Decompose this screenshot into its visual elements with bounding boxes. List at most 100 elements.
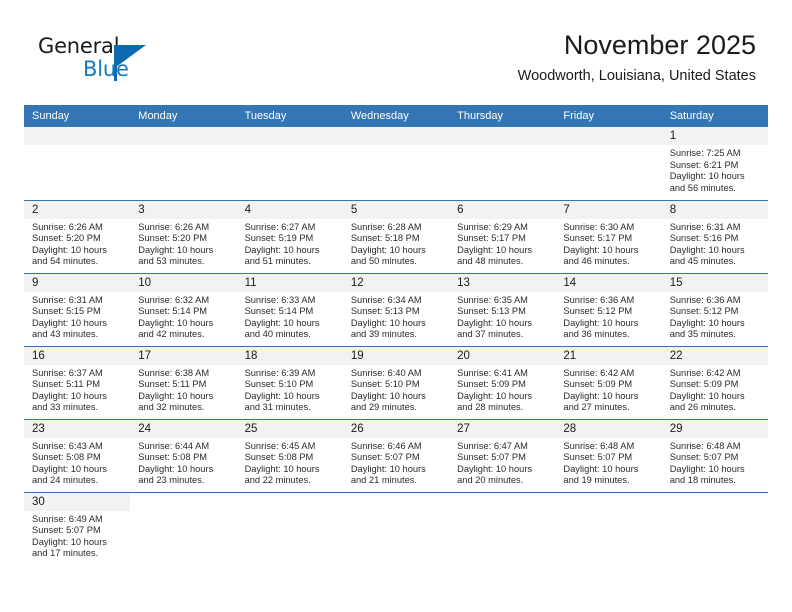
calendar-day-cell[interactable]: 24 Sunrise: 6:44 AM Sunset: 5:08 PM Dayligh… xyxy=(130,418,237,492)
daylight-text-line2: and 23 minutes. xyxy=(138,475,205,486)
calendar-day-cell[interactable]: 8 Sunrise: 6:31 AM Sunset: 5:16 PM Daylight… xyxy=(661,199,768,273)
daylight-text-line2: and 50 minutes. xyxy=(350,256,417,267)
calendar-day-cell[interactable]: 16 Sunrise: 6:37 AM Sunset: 5:11 PM Dayligh… xyxy=(24,345,131,419)
sunset-text: Sunset: 5:07 PM xyxy=(350,452,420,463)
weekday-header-sunday: Sunday xyxy=(24,105,131,127)
calendar-day-cell[interactable]: 26 Sunrise: 6:46 AM Sunset: 5:07 PM Dayligh… xyxy=(342,418,450,492)
day-cell-inner xyxy=(555,493,661,566)
calendar-empty-cell xyxy=(555,491,662,566)
calendar-day-cell[interactable]: 1 Sunrise: 7:25 AM Sunset: 6:21 PM Daylight… xyxy=(661,127,768,200)
sunrise-text: Sunrise: 6:36 AM xyxy=(563,294,635,305)
calendar-day-cell[interactable]: 3 Sunrise: 6:26 AM Sunset: 5:20 PM Daylight… xyxy=(130,199,237,273)
calendar-day-cell[interactable]: 5 Sunrise: 6:28 AM Sunset: 5:18 PM Daylight… xyxy=(342,199,450,273)
calendar-day-cell[interactable]: 21 Sunrise: 6:42 AM Sunset: 5:09 PM Dayligh… xyxy=(555,345,662,419)
calendar-day-cell[interactable]: 17 Sunrise: 6:38 AM Sunset: 5:11 PM Dayligh… xyxy=(130,345,237,419)
calendar-week-row: 2 Sunrise: 6:26 AM Sunset: 5:20 PM Daylight… xyxy=(24,199,768,273)
day-details: Sunrise: 6:26 AM Sunset: 5:20 PM Daylight:… xyxy=(130,219,236,268)
sunrise-text: Sunrise: 6:43 AM xyxy=(32,440,103,451)
day-details: Sunrise: 6:45 AM Sunset: 5:08 PM Daylight:… xyxy=(237,438,343,487)
calendar-day-cell[interactable]: 6 Sunrise: 6:29 AM Sunset: 5:17 PM Daylight… xyxy=(449,199,556,273)
sunrise-text: Sunrise: 6:32 AM xyxy=(138,294,210,305)
calendar-day-cell[interactable]: 4 Sunrise: 6:27 AM Sunset: 5:19 PM Daylight… xyxy=(236,199,343,273)
calendar-day-cell[interactable]: 25 Sunrise: 6:45 AM Sunset: 5:08 PM Dayligh… xyxy=(236,418,343,492)
daylight-text-line2: and 53 minutes. xyxy=(138,256,205,267)
day-details: Sunrise: 6:41 AM Sunset: 5:09 PM Daylight:… xyxy=(449,365,555,414)
calendar-day-cell[interactable]: 29 Sunrise: 6:48 AM Sunset: 5:07 PM Dayligh… xyxy=(661,418,768,492)
sunset-text: Sunset: 5:09 PM xyxy=(669,379,739,390)
calendar-day-cell[interactable]: 15 Sunrise: 6:36 AM Sunset: 5:12 PM Dayligh… xyxy=(661,272,768,346)
day-number-band xyxy=(24,127,131,145)
day-number: 18 xyxy=(236,346,343,365)
calendar-day-cell[interactable]: 13 Sunrise: 6:35 AM Sunset: 5:13 PM Dayligh… xyxy=(449,272,556,346)
calendar-page: General Blue November 2025 Woodworth, Lo… xyxy=(0,0,792,612)
daylight-text-line1: Daylight: 10 hours xyxy=(138,317,214,328)
calendar-day-cell[interactable]: 30 Sunrise: 6:49 AM Sunset: 5:07 PM Dayligh… xyxy=(24,491,131,565)
sunset-text: Sunset: 5:13 PM xyxy=(350,306,420,317)
calendar-day-cell[interactable]: 14 Sunrise: 6:36 AM Sunset: 5:12 PM Dayligh… xyxy=(555,272,662,346)
daylight-text-line2: and 54 minutes. xyxy=(32,256,99,267)
day-number-band xyxy=(130,127,237,145)
general-blue-logo[interactable]: General Blue xyxy=(38,36,168,92)
day-number-band xyxy=(236,127,343,145)
day-number-band xyxy=(555,127,662,145)
calendar-day-cell[interactable]: 19 Sunrise: 6:40 AM Sunset: 5:10 PM Dayligh… xyxy=(342,345,450,419)
sunrise-sunset-calendar-table: Sunday Monday Tuesday Wednesday Thursday… xyxy=(24,105,768,565)
calendar-day-cell[interactable]: 28 Sunrise: 6:48 AM Sunset: 5:07 PM Dayligh… xyxy=(555,418,662,492)
daylight-text-line1: Daylight: 10 hours xyxy=(244,317,320,328)
weekday-header-row: Sunday Monday Tuesday Wednesday Thursday… xyxy=(24,105,768,127)
calendar-day-cell[interactable]: 27 Sunrise: 6:47 AM Sunset: 5:07 PM Dayligh… xyxy=(449,418,556,492)
day-number: 19 xyxy=(342,346,450,365)
day-cell-inner: 9 Sunrise: 6:31 AM Sunset: 5:15 PM Daylight… xyxy=(24,273,131,346)
calendar-day-cell[interactable]: 22 Sunrise: 6:42 AM Sunset: 5:09 PM Dayligh… xyxy=(661,345,768,419)
daylight-text-line2: and 17 minutes. xyxy=(32,548,99,559)
day-number: 20 xyxy=(449,346,556,365)
sunrise-text: Sunrise: 6:38 AM xyxy=(138,367,210,378)
day-details: Sunrise: 6:42 AM Sunset: 5:09 PM Daylight:… xyxy=(662,365,768,414)
calendar-day-cell[interactable]: 2 Sunrise: 6:26 AM Sunset: 5:20 PM Daylight… xyxy=(24,199,131,273)
day-cell-inner: 19 Sunrise: 6:40 AM Sunset: 5:10 PM Dayligh… xyxy=(342,346,450,419)
calendar-day-cell[interactable]: 9 Sunrise: 6:31 AM Sunset: 5:15 PM Daylight… xyxy=(24,272,131,346)
calendar-empty-cell xyxy=(130,491,237,565)
logo-text-blue: Blue xyxy=(83,57,129,81)
daylight-text-line1: Daylight: 10 hours xyxy=(138,244,214,255)
sunrise-text: Sunrise: 6:28 AM xyxy=(350,221,422,232)
sunset-text: Sunset: 5:19 PM xyxy=(244,233,314,244)
calendar-day-cell[interactable]: 18 Sunrise: 6:39 AM Sunset: 5:10 PM Dayligh… xyxy=(236,345,343,419)
day-cell-inner: 26 Sunrise: 6:46 AM Sunset: 5:07 PM Dayligh… xyxy=(342,419,450,492)
calendar-day-cell[interactable]: 23 Sunrise: 6:43 AM Sunset: 5:08 PM Dayligh… xyxy=(24,418,131,492)
sunset-text: Sunset: 5:20 PM xyxy=(32,233,101,244)
day-cell-inner: 15 Sunrise: 6:36 AM Sunset: 5:12 PM Dayligh… xyxy=(661,273,768,346)
day-details: Sunrise: 6:40 AM Sunset: 5:10 PM Daylight:… xyxy=(343,365,449,414)
day-details: Sunrise: 6:44 AM Sunset: 5:08 PM Daylight:… xyxy=(130,438,236,487)
daylight-text-line2: and 48 minutes. xyxy=(457,256,524,267)
sunrise-text: Sunrise: 6:40 AM xyxy=(350,367,422,378)
day-cell-inner: 3 Sunrise: 6:26 AM Sunset: 5:20 PM Daylight… xyxy=(130,200,237,273)
day-cell-inner xyxy=(237,493,343,566)
sunset-text: Sunset: 6:21 PM xyxy=(669,159,739,170)
calendar-day-cell[interactable]: 12 Sunrise: 6:34 AM Sunset: 5:13 PM Dayligh… xyxy=(342,272,450,346)
calendar-day-cell[interactable]: 7 Sunrise: 6:30 AM Sunset: 5:17 PM Daylight… xyxy=(555,199,662,273)
calendar-week-row: 30 Sunrise: 6:49 AM Sunset: 5:07 PM Dayligh… xyxy=(24,491,768,566)
day-cell-inner xyxy=(236,127,343,200)
day-details: Sunrise: 6:29 AM Sunset: 5:17 PM Daylight:… xyxy=(449,219,555,268)
weekday-header-wednesday: Wednesday xyxy=(342,105,450,127)
day-cell-inner: 18 Sunrise: 6:39 AM Sunset: 5:10 PM Dayligh… xyxy=(236,346,343,419)
calendar-day-cell[interactable]: 20 Sunrise: 6:41 AM Sunset: 5:09 PM Dayligh… xyxy=(449,345,556,419)
daylight-text-line2: and 43 minutes. xyxy=(32,329,99,340)
calendar-day-cell[interactable]: 10 Sunrise: 6:32 AM Sunset: 5:14 PM Dayligh… xyxy=(130,272,237,346)
day-cell-inner: 29 Sunrise: 6:48 AM Sunset: 5:07 PM Dayligh… xyxy=(661,419,768,492)
day-number: 11 xyxy=(236,273,343,292)
day-number: 5 xyxy=(342,200,450,219)
day-number: 9 xyxy=(24,273,131,292)
daylight-text-line1: Daylight: 10 hours xyxy=(32,390,107,401)
calendar-empty-cell xyxy=(236,491,343,566)
sunset-text: Sunset: 5:14 PM xyxy=(138,306,208,317)
sunrise-text: Sunrise: 6:49 AM xyxy=(32,513,103,524)
day-cell-inner xyxy=(342,127,450,200)
day-cell-inner xyxy=(130,127,237,200)
daylight-text-line1: Daylight: 10 hours xyxy=(457,390,533,401)
sunset-text: Sunset: 5:07 PM xyxy=(457,452,526,463)
daylight-text-line1: Daylight: 10 hours xyxy=(669,317,745,328)
weekday-header-monday: Monday xyxy=(130,105,237,127)
calendar-day-cell[interactable]: 11 Sunrise: 6:33 AM Sunset: 5:14 PM Dayligh… xyxy=(236,272,343,346)
